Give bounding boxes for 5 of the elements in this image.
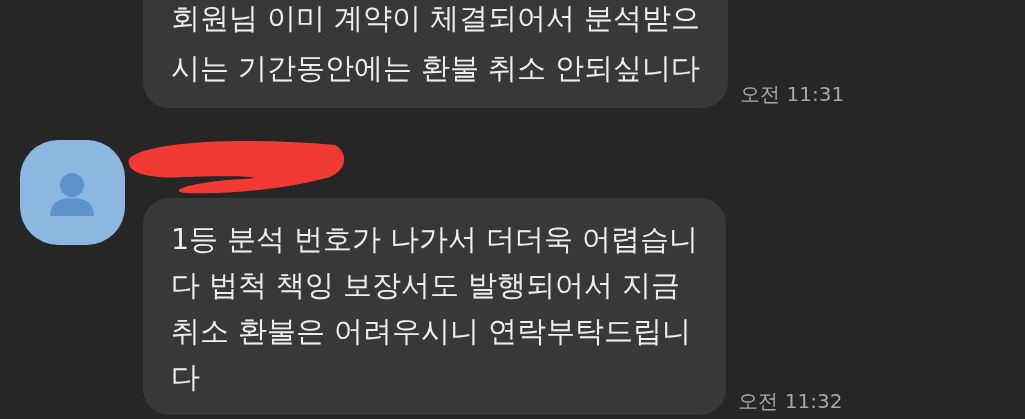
avatar-icon[interactable] — [20, 140, 125, 245]
message-bubble[interactable]: 회원님 이미 계약이 체결되어서 분석받으 시는 기간동안에는 환불 취소 안되싶니다 — [143, 0, 729, 108]
message-bubble[interactable]: 1등 분석 번호가 나가서 더더욱 어렵습니 다 법척 책잉 보장서도 발행되어서 지금 취소 환불은 어려우시니 연락부탁드립니 다 — [143, 198, 727, 415]
message-time: 오전 11:32 — [738, 388, 843, 415]
message-time: 오전 11:31 — [740, 81, 845, 108]
